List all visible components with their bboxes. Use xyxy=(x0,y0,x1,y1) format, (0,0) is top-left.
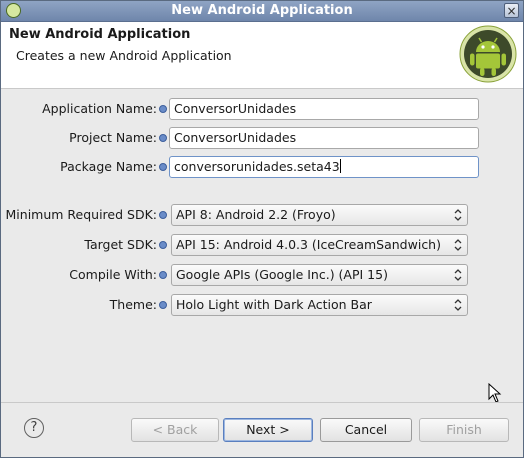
min-sdk-label: Minimum Required SDK: xyxy=(5,207,157,222)
back-button[interactable]: < Back xyxy=(131,418,219,442)
theme-select[interactable]: Holo Light with Dark Action Bar xyxy=(171,294,468,316)
info-icon xyxy=(159,301,167,309)
wizard-heading: New Android Application xyxy=(9,27,191,42)
theme-value: Holo Light with Dark Action Bar xyxy=(176,297,372,312)
close-button[interactable]: × xyxy=(504,3,519,18)
target-sdk-select[interactable]: API 15: Android 4.0.3 (IceCreamSandwich) xyxy=(171,234,468,256)
package-name-input[interactable]: conversorunidades.seta43 xyxy=(169,156,479,178)
updown-arrows-icon xyxy=(454,209,462,221)
help-icon: ? xyxy=(30,420,38,435)
titlebar[interactable]: New Android Application × xyxy=(1,1,523,22)
android-logo-icon xyxy=(459,25,517,83)
updown-arrows-icon xyxy=(454,269,462,281)
theme-label: Theme: xyxy=(109,297,157,312)
application-name-input[interactable]: ConversorUnidades xyxy=(169,98,479,120)
compile-with-value: Google APIs (Google Inc.) (API 15) xyxy=(176,267,388,282)
finish-button[interactable]: Finish xyxy=(419,418,509,442)
window-title: New Android Application xyxy=(171,3,353,18)
info-icon xyxy=(159,163,167,171)
package-name-label: Package Name: xyxy=(60,159,157,174)
dialog-window: New Android Application × New Android Ap… xyxy=(0,0,524,458)
info-icon xyxy=(159,105,167,113)
button-bar-separator xyxy=(1,402,523,403)
project-name-label: Project Name: xyxy=(69,130,157,145)
min-sdk-select[interactable]: API 8: Android 2.2 (Froyo) xyxy=(171,204,468,226)
application-name-label: Application Name: xyxy=(42,101,157,116)
next-button[interactable]: Next > xyxy=(223,418,313,442)
info-icon xyxy=(159,211,167,219)
project-name-input[interactable]: ConversorUnidades xyxy=(169,127,479,149)
close-icon: × xyxy=(506,4,517,18)
help-button[interactable]: ? xyxy=(24,418,44,438)
info-icon xyxy=(159,241,167,249)
updown-arrows-icon xyxy=(454,239,462,251)
cancel-button[interactable]: Cancel xyxy=(320,418,412,442)
min-sdk-value: API 8: Android 2.2 (Froyo) xyxy=(176,207,336,222)
info-icon xyxy=(159,271,167,279)
wizard-banner: New Android Application Creates a new An… xyxy=(1,22,523,89)
info-icon xyxy=(159,134,167,142)
target-sdk-value: API 15: Android 4.0.3 (IceCreamSandwich) xyxy=(176,237,441,252)
text-caret xyxy=(339,159,341,173)
target-sdk-label: Target SDK: xyxy=(84,237,157,252)
package-name-value: conversorunidades.seta43 xyxy=(174,159,340,174)
compile-with-select[interactable]: Google APIs (Google Inc.) (API 15) xyxy=(171,264,468,286)
compile-with-label: Compile With: xyxy=(69,267,157,282)
updown-arrows-icon xyxy=(454,299,462,311)
wizard-description: Creates a new Android Application xyxy=(16,48,232,63)
